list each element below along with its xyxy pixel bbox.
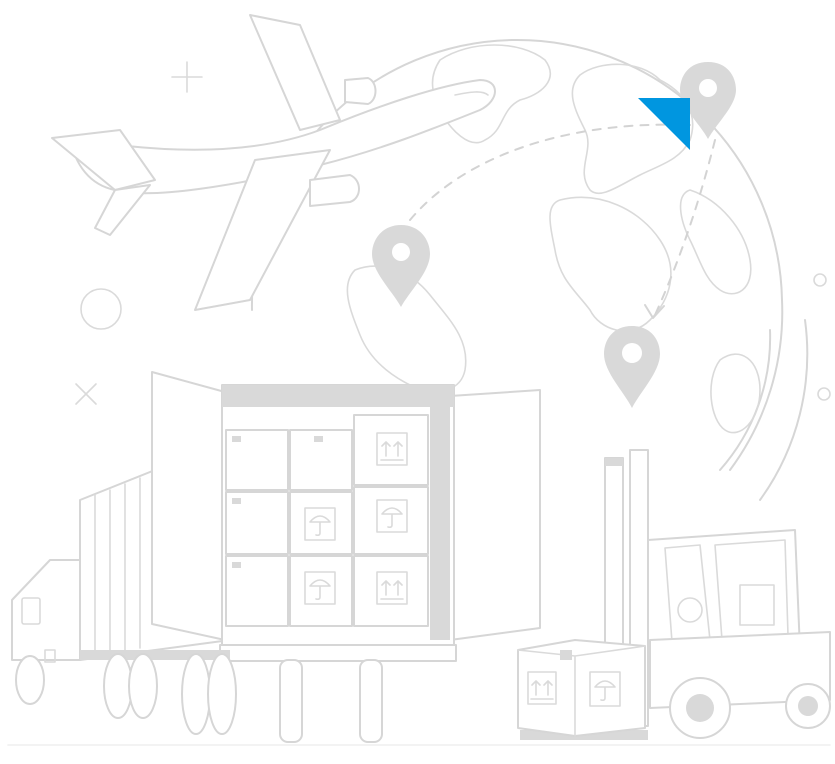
accent-triangle	[638, 98, 690, 150]
truck-wheel	[15, 653, 383, 743]
forklift-icon	[517, 449, 831, 740]
airplane-icon	[51, 14, 496, 311]
cargo-box-icon	[517, 639, 646, 737]
logistics-illustration	[7, 14, 831, 746]
location-pin-icon	[372, 225, 430, 307]
shipping-container-truck-icon	[11, 371, 541, 743]
location-pin-icon	[604, 326, 660, 408]
